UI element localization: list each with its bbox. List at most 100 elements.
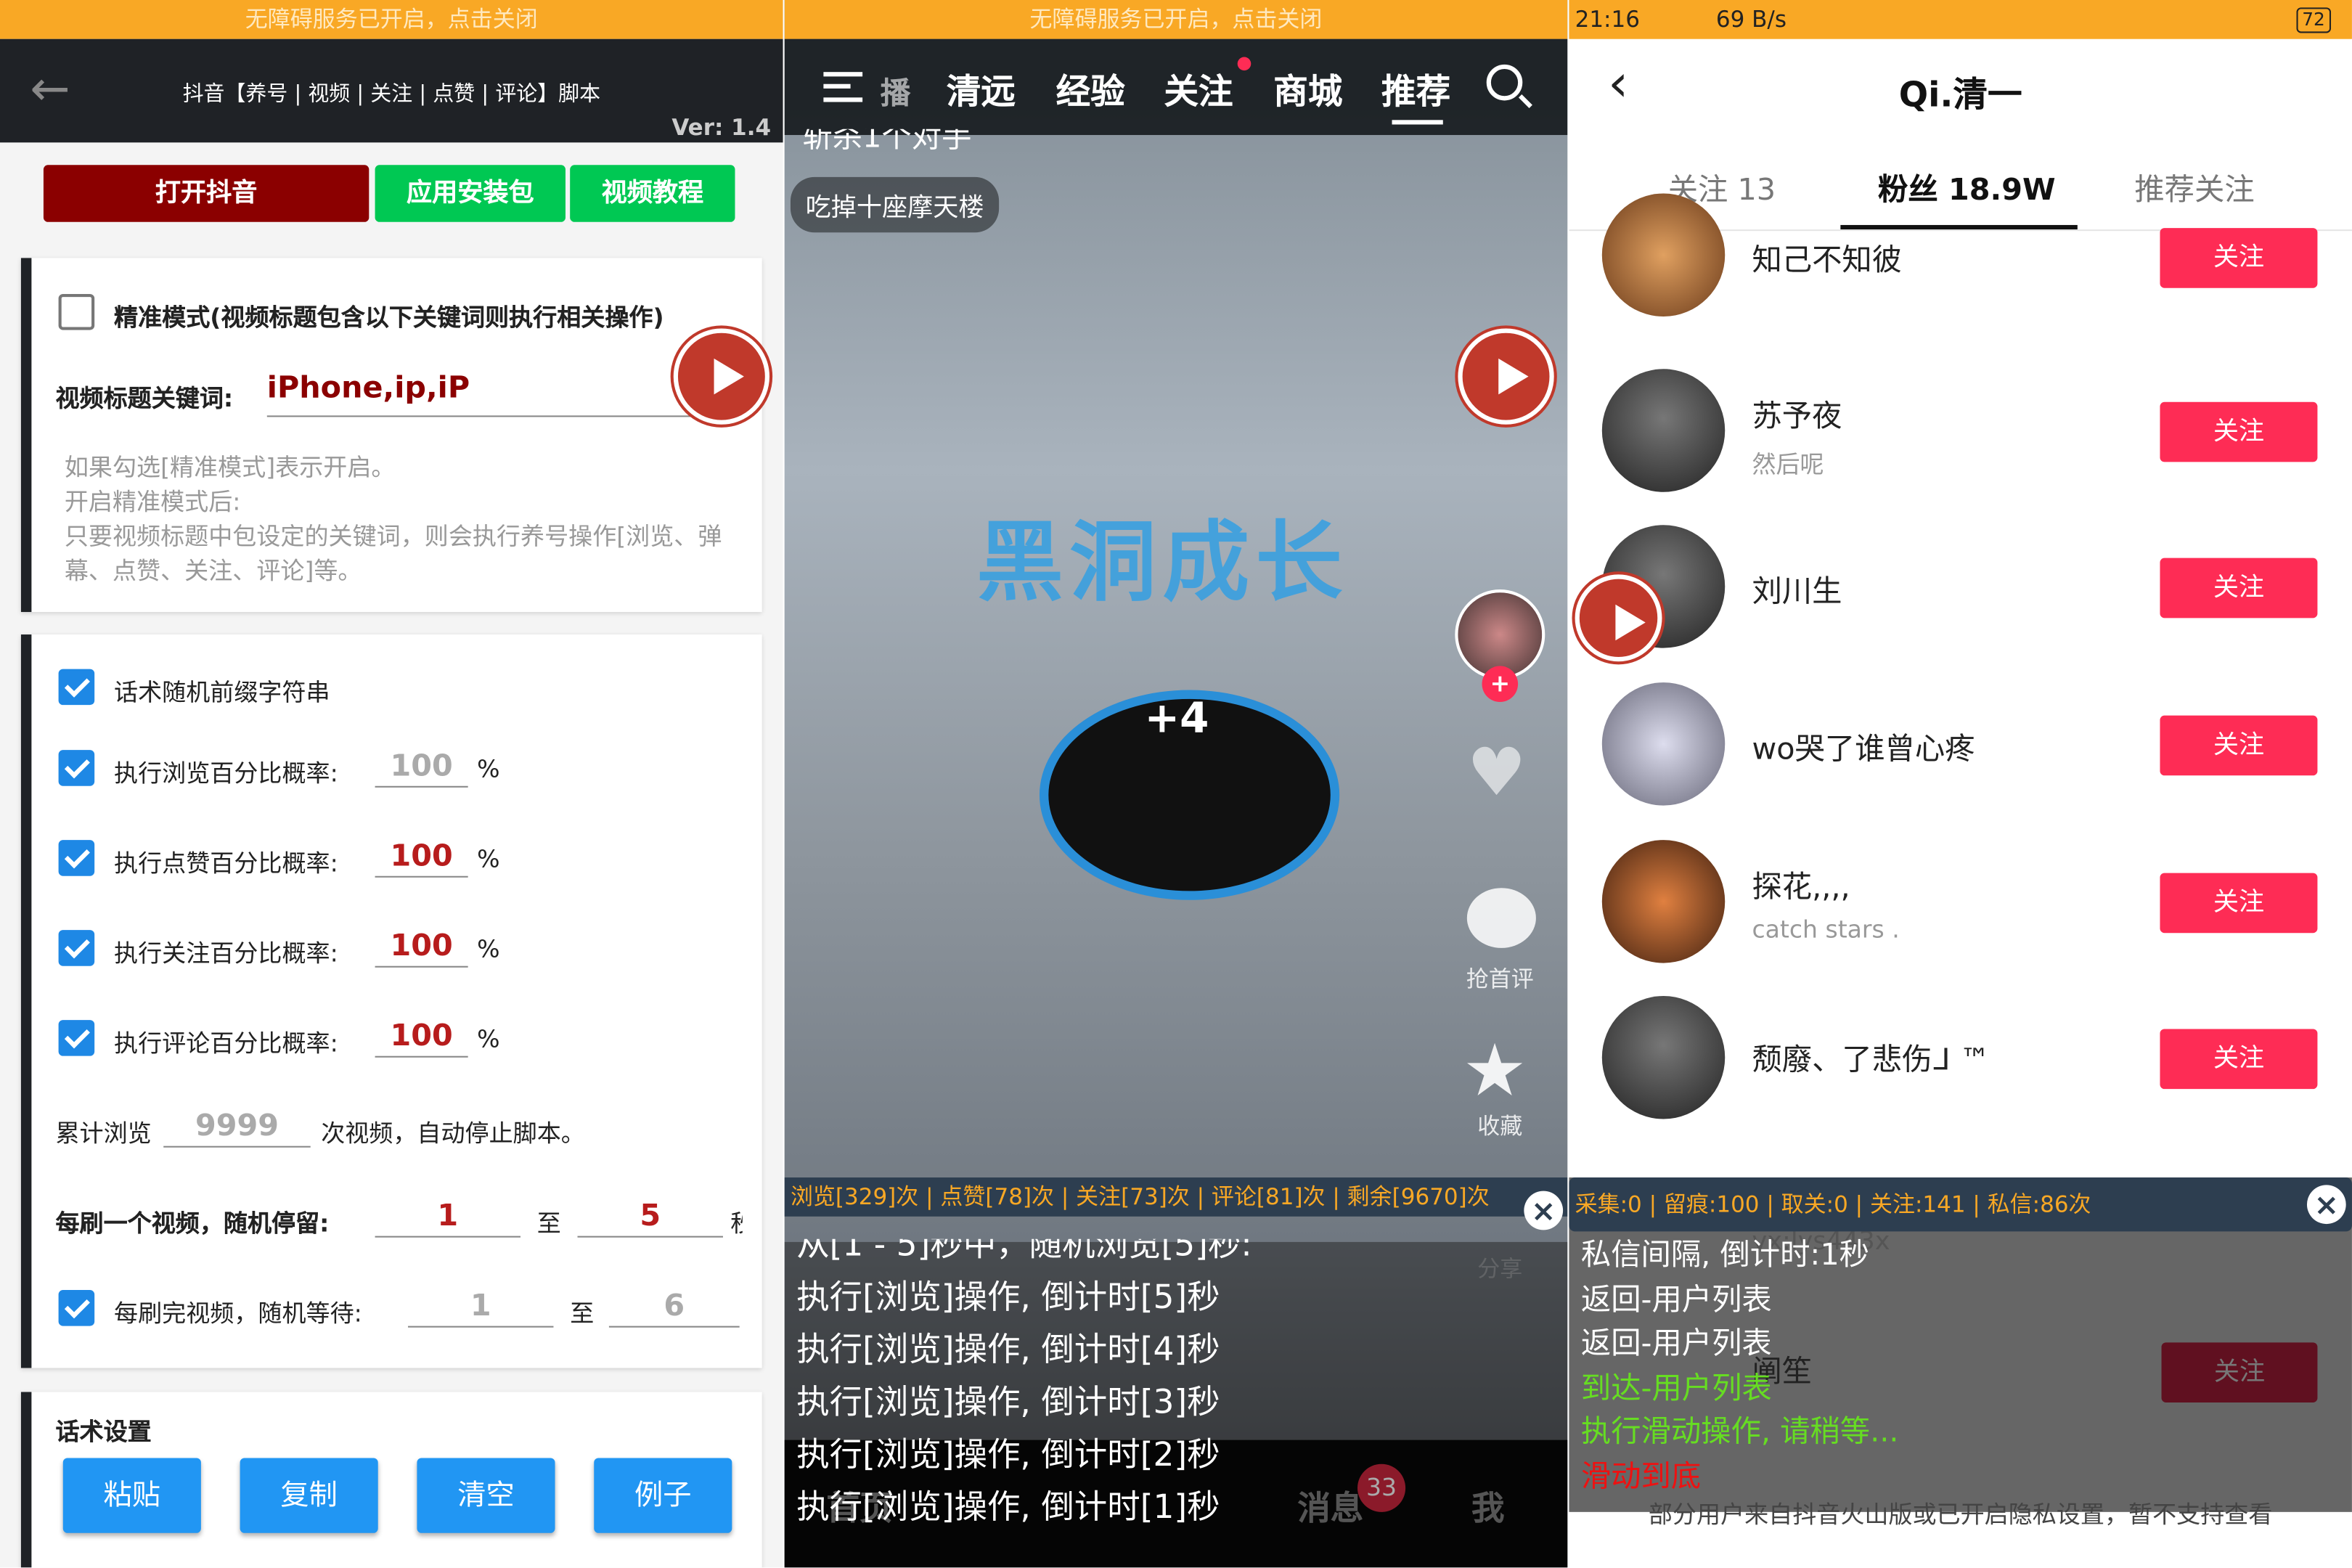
search-icon[interactable] xyxy=(1486,64,1523,101)
prefix-checkbox[interactable] xyxy=(58,669,95,706)
paste-button[interactable]: 粘贴 xyxy=(62,1458,201,1533)
help-line: 只要视频标题中包设定的关键词，则会执行养号操作[浏览、弹幕、点赞、关注、评论]等… xyxy=(64,522,722,585)
accessibility-banner[interactable]: 无障碍服务已开启，点击关闭 xyxy=(0,0,783,39)
log-line: 滑动到底 xyxy=(1580,1457,1702,1494)
help-line: 开启精准模式后: xyxy=(64,487,241,516)
nav-messages[interactable]: 消息 xyxy=(1297,1482,1363,1530)
wait-label: 每刷完视频，随机等待: xyxy=(114,1299,362,1328)
log-line: 执行[浏览]操作, 倒计时[3]秒 xyxy=(796,1384,1220,1422)
game-title: 黑洞成长 xyxy=(976,511,1349,614)
example-button[interactable]: 例子 xyxy=(594,1458,732,1533)
wait-min-input[interactable]: 1 xyxy=(408,1286,554,1328)
keyword-input[interactable]: iPhone,ip,iP xyxy=(266,369,717,417)
browse-rate-input[interactable]: 100 xyxy=(375,746,468,788)
video-tag[interactable]: 吃掉十座摩天楼 xyxy=(790,176,1000,233)
follow-rate-label: 执行关注百分比概率: xyxy=(114,939,338,968)
app-header: ← 抖音【养号 | 视频 | 关注 | 点赞 | 评论】脚本 Ver: 1.4 xyxy=(0,38,783,143)
like-rate-label: 执行点赞百分比概率: xyxy=(114,849,338,878)
wait-checkbox[interactable] xyxy=(58,1290,95,1326)
follow-rate-input[interactable]: 100 xyxy=(375,926,468,968)
percent-label: % xyxy=(477,844,500,873)
tab-fans[interactable]: 粉丝 18.9W xyxy=(1878,165,2056,208)
wait-max-input[interactable]: 6 xyxy=(608,1286,740,1328)
clear-button[interactable]: 清空 xyxy=(417,1458,555,1533)
page-title: 抖音【养号 | 视频 | 关注 | 点赞 | 评论】脚本 xyxy=(182,82,601,107)
message-badge: 33 xyxy=(1357,1463,1406,1512)
user-signature: 然后呢 xyxy=(1752,449,1824,479)
comment-rate-input[interactable]: 100 xyxy=(375,1016,468,1058)
video-tutorial-button[interactable]: 视频教程 xyxy=(570,165,735,222)
log-line: 从[1 - 5]秒中，随机浏览[5]秒: xyxy=(796,1238,1252,1265)
follow-button[interactable]: 关注 xyxy=(2160,401,2318,462)
log-list: 私信间隔, 倒计时:1秒 返回-用户列表 返回-用户列表 到达-用户列表 执行滑… xyxy=(1581,1233,1899,1498)
comment-rate-checkbox[interactable] xyxy=(58,1020,95,1056)
follow-rate-checkbox[interactable] xyxy=(58,930,95,966)
like-rate-input[interactable]: 100 xyxy=(375,836,468,878)
score-label: +4 xyxy=(1144,693,1209,743)
copy-button[interactable]: 复制 xyxy=(240,1458,378,1533)
nav-live[interactable]: 播 xyxy=(881,69,910,113)
play-button[interactable] xyxy=(673,328,770,425)
close-icon[interactable]: × xyxy=(1524,1191,1564,1230)
log-line: 执行[浏览]操作, 倒计时[5]秒 xyxy=(796,1279,1220,1318)
notification-dot xyxy=(1237,57,1251,71)
precise-mode-label: 精准模式(视频标题包含以下关键词则执行相关操作) xyxy=(114,303,664,332)
precise-mode-help: 如果勾选[精准模式]表示开启。 开启精准模式后: 只要视频标题中包设定的关键词，… xyxy=(65,450,754,588)
open-douyin-button[interactable]: 打开抖音 xyxy=(43,165,369,222)
precise-mode-card: 精准模式(视频标题包含以下关键词则执行相关操作) 视频标题关键词: iPhone… xyxy=(20,258,762,613)
follow-plus-icon[interactable]: + xyxy=(1482,666,1519,703)
user-name: 颓廢、了悲伤ᒧ ™ xyxy=(1752,1041,1990,1077)
list-item[interactable]: 刘川生 关注 xyxy=(1569,525,2352,681)
follow-button[interactable]: 关注 xyxy=(2160,873,2318,934)
nav-mall[interactable]: 商城 xyxy=(1273,63,1342,114)
nav-city[interactable]: 清远 xyxy=(947,63,1016,114)
avatar xyxy=(1601,840,1726,963)
follow-button[interactable]: 关注 xyxy=(2160,1029,2318,1090)
network-speed: 69 B/s xyxy=(1715,6,1787,33)
dimmed-follow-button[interactable]: 关注 xyxy=(2161,1342,2318,1402)
log-list: 从[1 - 5]秒中，随机浏览[5]秒: 执行[浏览]操作, 倒计时[5]秒 执… xyxy=(796,1239,1251,1535)
follow-button[interactable]: 关注 xyxy=(2160,228,2318,288)
nav-following[interactable]: 关注 xyxy=(1164,63,1233,114)
star-icon[interactable]: ★ xyxy=(1463,1029,1527,1113)
user-name: wo哭了谁曾心疼 xyxy=(1752,730,1975,767)
close-icon[interactable]: × xyxy=(2306,1185,2346,1225)
active-tab-indicator xyxy=(1392,120,1443,125)
play-button[interactable] xyxy=(1575,574,1662,662)
user-name: 苏予夜 xyxy=(1752,397,1842,434)
version-label: Ver: 1.4 xyxy=(671,114,772,142)
pause-button[interactable] xyxy=(1458,328,1554,425)
douyin-video-panel: 无障碍服务已开启，点击关闭 播 清远 经验 关注 商城 推荐 斩杀1个对手 吃掉… xyxy=(784,0,1568,1568)
list-item[interactable]: 探花,,,, catch stars . 关注 xyxy=(1569,840,2352,996)
profile-title: Qi.清一 xyxy=(1898,76,2022,116)
list-item[interactable]: 苏予夜然后呢 关注 xyxy=(1569,369,2352,525)
like-rate-checkbox[interactable] xyxy=(58,840,95,876)
battery-level: 72 xyxy=(2295,7,2332,33)
status-time: 21:16 xyxy=(1575,6,1640,33)
comment-icon[interactable] xyxy=(1466,888,1536,948)
precise-mode-checkbox[interactable] xyxy=(58,293,95,330)
task-line: 斩杀1个对手 xyxy=(802,128,972,155)
heart-icon[interactable]: ♥ xyxy=(1467,735,1527,811)
nav-recommend[interactable]: 推荐 xyxy=(1381,63,1450,114)
install-package-button[interactable]: 应用安装包 xyxy=(375,165,565,222)
browse-rate-checkbox[interactable] xyxy=(58,750,95,786)
menu-icon[interactable] xyxy=(823,72,863,102)
tab-recommend[interactable]: 推荐关注 xyxy=(2134,165,2254,208)
total-input[interactable]: 9999 xyxy=(163,1106,311,1148)
comment-label: 抢首评 xyxy=(1466,965,1534,993)
follow-button[interactable]: 关注 xyxy=(2160,558,2318,618)
follow-button[interactable]: 关注 xyxy=(2160,715,2318,776)
to-label: 至 xyxy=(570,1299,595,1328)
status-bar: 21:16 69 B/s 72 xyxy=(1569,0,2352,39)
accessibility-banner[interactable]: 无障碍服务已开启，点击关闭 xyxy=(784,0,1568,39)
to-label: 至 xyxy=(536,1209,561,1238)
stay-max-input[interactable]: 5 xyxy=(577,1196,723,1238)
list-item[interactable]: 颓廢、了悲伤ᒧ ™ 关注 xyxy=(1569,996,2352,1152)
list-item[interactable]: 知己不知彼 关注 xyxy=(1569,193,2352,388)
log-line: 执行滑动操作, 请稍等... xyxy=(1580,1413,1899,1450)
list-item[interactable]: wo哭了谁曾心疼 关注 xyxy=(1569,682,2352,838)
nav-me[interactable]: 我 xyxy=(1471,1482,1504,1530)
stay-min-input[interactable]: 1 xyxy=(375,1196,521,1238)
nav-experience[interactable]: 经验 xyxy=(1056,63,1125,114)
